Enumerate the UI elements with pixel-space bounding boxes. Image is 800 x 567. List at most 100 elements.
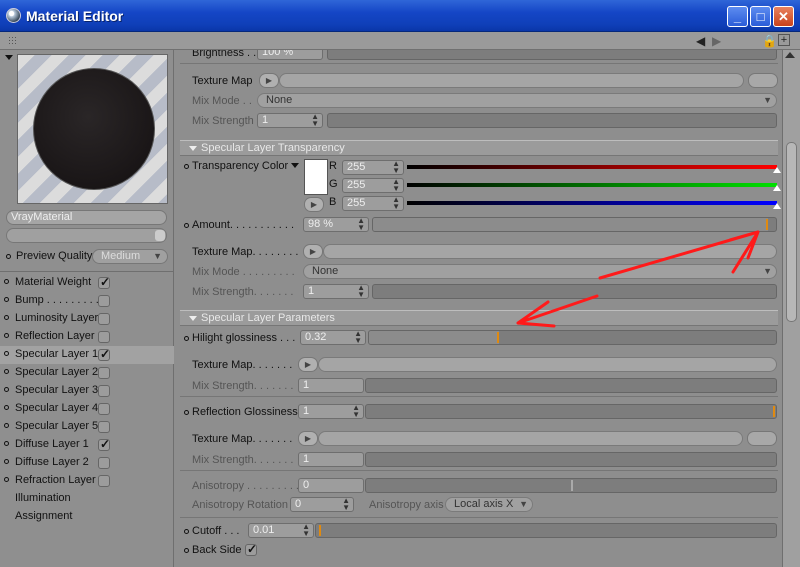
channel-checkbox[interactable] — [98, 367, 110, 379]
texture-map-field[interactable] — [318, 431, 743, 446]
b-value[interactable]: 255 ▲ ▼ — [342, 196, 404, 211]
scrollbar-thumb[interactable] — [786, 142, 797, 322]
channel-item[interactable]: Specular Layer 3 — [0, 382, 174, 400]
spinner-icon[interactable]: ▲ ▼ — [392, 160, 400, 175]
hilight-glossiness-value[interactable]: 0.32 ▲ ▼ — [300, 330, 366, 345]
mix-strength-slider[interactable] — [372, 284, 777, 299]
material-preview[interactable] — [17, 54, 168, 204]
cutoff-value[interactable]: 0.01 ▲ ▼ — [248, 523, 314, 538]
channel-checkbox[interactable] — [98, 313, 110, 325]
texture-map-button[interactable]: ▶ — [298, 431, 318, 446]
anisotropy-axis-select[interactable]: Local axis X ▼ — [445, 497, 533, 512]
spinner-icon[interactable]: ▲ ▼ — [342, 497, 350, 512]
channel-item[interactable]: Luminosity Layer — [0, 310, 174, 328]
new-panel-icon[interactable]: + — [778, 34, 790, 46]
channel-checkbox[interactable] — [98, 295, 110, 307]
amount-marker[interactable] — [766, 219, 768, 230]
material-slider[interactable] — [6, 228, 167, 243]
brightness-value[interactable]: 100 % — [257, 50, 323, 60]
mix-strength-value[interactable]: 1 — [298, 378, 364, 393]
cutoff-marker[interactable] — [319, 525, 321, 536]
spinner-icon[interactable]: ▲ ▼ — [302, 523, 310, 538]
minimize-button[interactable]: _ — [727, 6, 748, 27]
channel-item[interactable]: Specular Layer 2 — [0, 364, 174, 382]
anisotropy-value[interactable]: 0 — [298, 478, 364, 493]
spinner-icon[interactable]: ▲ ▼ — [392, 196, 400, 211]
forward-arrow-icon[interactable]: ▶ — [712, 34, 721, 48]
hilight-glossiness-slider[interactable] — [368, 330, 777, 345]
channel-checkbox[interactable] — [98, 421, 110, 433]
g-value[interactable]: 255 ▲ ▼ — [342, 178, 404, 193]
channel-checkbox[interactable] — [98, 475, 110, 487]
slider-knob[interactable] — [155, 230, 165, 241]
b-gradient[interactable] — [407, 201, 777, 205]
mix-strength-value[interactable]: 1 — [298, 452, 364, 467]
g-gradient[interactable] — [407, 183, 777, 187]
color-texture-button[interactable]: ▶ — [304, 197, 324, 212]
channel-checkbox[interactable] — [98, 403, 110, 415]
texture-map-field[interactable] — [279, 73, 744, 88]
mix-strength-slider[interactable] — [365, 452, 777, 467]
section-specular-transparency[interactable]: Specular Layer Transparency — [180, 140, 778, 156]
r-slider-marker[interactable] — [773, 167, 781, 173]
channel-checkbox[interactable] — [98, 275, 110, 289]
mix-mode-select[interactable]: None ▼ — [303, 264, 777, 279]
reflection-glossiness-slider[interactable] — [365, 404, 777, 419]
texture-map-button[interactable]: ▶ — [303, 244, 323, 259]
channel-item[interactable]: Assignment — [0, 508, 174, 526]
channel-item[interactable]: Material Weight — [0, 274, 174, 292]
section-specular-parameters[interactable]: Specular Layer Parameters — [180, 310, 778, 326]
channel-checkbox[interactable] — [98, 437, 110, 451]
mix-mode-select[interactable]: None ▼ — [257, 93, 777, 108]
channel-item[interactable]: Diffuse Layer 2 — [0, 454, 174, 472]
texture-map-options[interactable] — [748, 73, 778, 88]
channel-item[interactable]: Refraction Layer — [0, 472, 174, 490]
vertical-scrollbar[interactable] — [782, 50, 800, 567]
hilight-marker[interactable] — [497, 332, 499, 343]
anisotropy-slider[interactable] — [365, 478, 777, 493]
mix-strength-value[interactable]: 1 ▲ ▼ — [303, 284, 369, 299]
transparency-color-swatch[interactable] — [304, 159, 328, 195]
spinner-icon[interactable]: ▲ ▼ — [352, 404, 360, 419]
spinner-icon[interactable]: ▲ ▼ — [311, 113, 319, 128]
mix-strength-slider[interactable] — [365, 378, 777, 393]
channel-checkbox[interactable] — [98, 331, 110, 343]
scroll-up-icon[interactable] — [785, 52, 795, 58]
channel-item[interactable]: Illumination — [0, 490, 174, 508]
texture-map-field[interactable] — [323, 244, 777, 259]
back-side-checkbox[interactable] — [245, 542, 257, 556]
channel-item[interactable]: Reflection Layer — [0, 328, 174, 346]
amount-value[interactable]: 98 % ▲ ▼ — [303, 217, 369, 232]
mix-strength-value[interactable]: 1 ▲ ▼ — [257, 113, 323, 128]
channel-item[interactable]: Diffuse Layer 1 — [0, 436, 174, 454]
maximize-button[interactable]: □ — [750, 6, 771, 27]
anisotropy-marker[interactable] — [571, 480, 573, 491]
preview-menu-icon[interactable] — [5, 55, 13, 60]
reflection-glossiness-marker[interactable] — [773, 406, 775, 417]
g-slider-marker[interactable] — [773, 185, 781, 191]
reflection-glossiness-value[interactable]: 1 ▲ ▼ — [298, 404, 364, 419]
preview-quality-select[interactable]: Medium ▼ — [92, 249, 168, 264]
back-arrow-icon[interactable]: ◀ — [696, 34, 705, 48]
r-gradient[interactable] — [407, 165, 777, 169]
channel-item[interactable]: Bump . . . . . . . . . — [0, 292, 174, 310]
channel-checkbox[interactable] — [98, 347, 110, 361]
cutoff-slider[interactable] — [315, 523, 777, 538]
texture-map-field[interactable] — [318, 357, 777, 372]
lock-icon[interactable]: 🔒 — [762, 34, 777, 48]
material-name-field[interactable]: VrayMaterial — [6, 210, 167, 225]
mix-strength-slider[interactable] — [327, 113, 777, 128]
anisotropy-rotation-value[interactable]: 0 ▲ ▼ — [290, 497, 354, 512]
channel-checkbox[interactable] — [98, 385, 110, 397]
channel-checkbox[interactable] — [98, 457, 110, 469]
r-value[interactable]: 255 ▲ ▼ — [342, 160, 404, 175]
channel-item[interactable]: Specular Layer 1 — [0, 346, 174, 364]
channel-item[interactable]: Specular Layer 4 — [0, 400, 174, 418]
close-button[interactable]: ✕ — [773, 6, 794, 27]
b-slider-marker[interactable] — [773, 203, 781, 209]
texture-map-button[interactable]: ▶ — [259, 73, 279, 88]
channel-item[interactable]: Specular Layer 5 — [0, 418, 174, 436]
spinner-icon[interactable]: ▲ ▼ — [392, 178, 400, 193]
spinner-icon[interactable]: ▲ ▼ — [357, 284, 365, 299]
color-dropdown-icon[interactable] — [291, 163, 299, 168]
